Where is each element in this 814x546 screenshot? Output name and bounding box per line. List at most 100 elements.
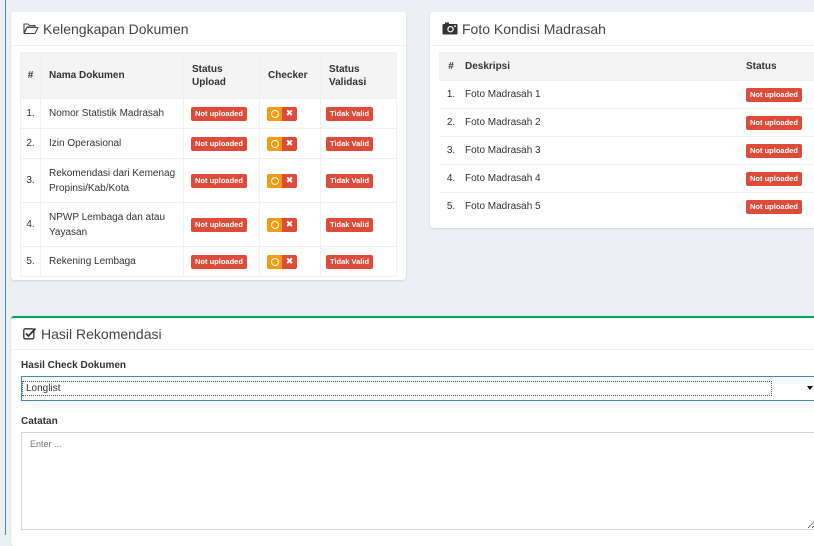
upload-status-badge: Not uploaded bbox=[191, 106, 247, 121]
photo-status-cell: Not uploaded bbox=[744, 80, 814, 109]
table-row: 5. Rekening Lembaga Not uploaded ✖ Tidak Val… bbox=[20, 246, 397, 277]
close-icon: ✖ bbox=[285, 175, 294, 185]
photo-description: Foto Madrasah 1 bbox=[463, 80, 744, 109]
row-number: 2. bbox=[439, 108, 463, 137]
page-edge bbox=[0, 0, 6, 535]
table-row: 4. Foto Madrasah 4 Not uploaded bbox=[439, 164, 814, 193]
valid-check-button[interactable] bbox=[267, 254, 282, 269]
upload-status-cell: Not uploaded bbox=[183, 158, 260, 203]
photos-table: # Deskripsi Status 1. Foto Madrasah 1 Not … bbox=[439, 52, 814, 221]
checker-cell: ✖ bbox=[259, 158, 321, 203]
table-row: 5. Foto Madrasah 5 Not uploaded bbox=[439, 192, 814, 221]
valid-check-button[interactable] bbox=[267, 136, 282, 151]
document-name: Nomor Statistik Madrasah bbox=[40, 98, 184, 129]
photo-status-cell: Not uploaded bbox=[744, 164, 814, 193]
row-number: 1. bbox=[439, 80, 463, 109]
validation-status-badge: Tidak Valid bbox=[326, 106, 374, 121]
table-row: 1. Nomor Statistik Madrasah Not uploaded ✖ T… bbox=[20, 98, 397, 129]
photo-description: Foto Madrasah 2 bbox=[463, 108, 744, 137]
validation-status-cell: Tidak Valid bbox=[320, 202, 397, 247]
photo-status-cell: Not uploaded bbox=[744, 192, 814, 221]
check-result-select[interactable]: Longlist bbox=[21, 376, 814, 401]
validation-status-badge: Tidak Valid bbox=[326, 136, 374, 151]
photo-status-badge: Not uploaded bbox=[746, 199, 802, 214]
check-circle-icon bbox=[270, 139, 279, 148]
caret-down-icon[interactable] bbox=[807, 386, 813, 390]
invalid-check-button[interactable]: ✖ bbox=[282, 254, 297, 269]
validation-status-badge: Tidak Valid bbox=[326, 173, 374, 188]
row-number: 2. bbox=[20, 128, 41, 159]
table-row: 3. Foto Madrasah 3 Not uploaded bbox=[439, 136, 814, 165]
invalid-check-button[interactable]: ✖ bbox=[282, 217, 297, 232]
close-icon: ✖ bbox=[285, 219, 294, 229]
col-description: Deskripsi bbox=[463, 52, 744, 81]
check-circle-icon bbox=[270, 109, 279, 118]
photo-description: Foto Madrasah 5 bbox=[463, 192, 744, 221]
close-icon: ✖ bbox=[285, 108, 294, 118]
col-number: # bbox=[439, 52, 463, 81]
table-row: 1. Foto Madrasah 1 Not uploaded bbox=[439, 80, 814, 109]
close-icon: ✖ bbox=[285, 256, 294, 266]
valid-check-button[interactable] bbox=[267, 173, 282, 188]
documents-table: # Nama Dokumen Status Upload Checker Sta… bbox=[20, 52, 397, 277]
document-name: Rekening Lembaga bbox=[40, 246, 184, 277]
row-number: 5. bbox=[439, 192, 463, 221]
upload-status-badge: Not uploaded bbox=[191, 136, 247, 151]
row-number: 4. bbox=[20, 202, 41, 247]
upload-status-cell: Not uploaded bbox=[183, 128, 260, 159]
row-number: 4. bbox=[439, 164, 463, 193]
photo-status-cell: Not uploaded bbox=[744, 136, 814, 165]
table-row: 3. Rekomendasi dari Kemenag Propinsi/Kab/… bbox=[20, 158, 397, 203]
invalid-check-button[interactable]: ✖ bbox=[282, 136, 297, 151]
row-number: 5. bbox=[20, 246, 41, 277]
notes-label: Catatan bbox=[21, 416, 58, 427]
row-number: 3. bbox=[20, 158, 41, 203]
row-number: 3. bbox=[439, 136, 463, 165]
col-number: # bbox=[20, 52, 41, 99]
camera-icon bbox=[442, 22, 458, 35]
invalid-check-button[interactable]: ✖ bbox=[282, 173, 297, 188]
photo-status-badge: Not uploaded bbox=[746, 143, 802, 158]
select-value-box: Longlist bbox=[22, 381, 772, 396]
photo-status-cell: Not uploaded bbox=[744, 108, 814, 137]
valid-check-button[interactable] bbox=[267, 217, 282, 232]
check-circle-icon bbox=[270, 176, 279, 185]
table-row: 4. NPWP Lembaga dan atau Yayasan Not uploa… bbox=[20, 202, 397, 247]
documents-box-header: Kelengkapan Dokumen bbox=[11, 12, 406, 46]
checker-cell: ✖ bbox=[259, 246, 321, 277]
table-row: 2. Foto Madrasah 2 Not uploaded bbox=[439, 108, 814, 137]
check-circle-icon bbox=[270, 257, 279, 266]
document-name: NPWP Lembaga dan atau Yayasan bbox=[40, 202, 184, 247]
photos-box: Foto Kondisi Madrasah # Deskripsi Status… bbox=[430, 12, 814, 228]
col-checker: Checker bbox=[259, 52, 321, 99]
notes-textarea[interactable] bbox=[21, 432, 814, 530]
photos-box-header: Foto Kondisi Madrasah bbox=[430, 12, 814, 46]
checker-cell: ✖ bbox=[259, 98, 321, 129]
upload-status-badge: Not uploaded bbox=[191, 254, 247, 269]
photo-status-badge: Not uploaded bbox=[746, 115, 802, 130]
col-document-name: Nama Dokumen bbox=[40, 52, 184, 99]
validation-status-cell: Tidak Valid bbox=[320, 98, 397, 129]
photo-status-badge: Not uploaded bbox=[746, 87, 802, 102]
check-circle-icon bbox=[270, 220, 279, 229]
invalid-check-button[interactable]: ✖ bbox=[282, 106, 297, 121]
recommendation-title: Hasil Rekomendasi bbox=[41, 325, 162, 342]
table-row: 2. Izin Operasional Not uploaded ✖ Tidak Val… bbox=[20, 128, 397, 159]
upload-status-cell: Not uploaded bbox=[183, 98, 260, 129]
document-name: Izin Operasional bbox=[40, 128, 184, 159]
select-value: Longlist bbox=[26, 383, 61, 394]
valid-check-button[interactable] bbox=[267, 106, 282, 121]
validation-status-cell: Tidak Valid bbox=[320, 246, 397, 277]
check-result-label: Hasil Check Dokumen bbox=[21, 360, 127, 371]
recommendation-box-header: Hasil Rekomendasi bbox=[11, 318, 814, 350]
validation-status-cell: Tidak Valid bbox=[320, 158, 397, 203]
upload-status-badge: Not uploaded bbox=[191, 217, 247, 232]
photo-description: Foto Madrasah 4 bbox=[463, 164, 744, 193]
photo-status-badge: Not uploaded bbox=[746, 171, 802, 186]
check-square-icon bbox=[23, 327, 37, 340]
upload-status-badge: Not uploaded bbox=[191, 173, 247, 188]
documents-box: Kelengkapan Dokumen # Nama Dokumen Statu… bbox=[11, 12, 406, 280]
validation-status-cell: Tidak Valid bbox=[320, 128, 397, 159]
document-name: Rekomendasi dari Kemenag Propinsi/Kab/Ko… bbox=[40, 158, 184, 203]
upload-status-cell: Not uploaded bbox=[183, 246, 260, 277]
